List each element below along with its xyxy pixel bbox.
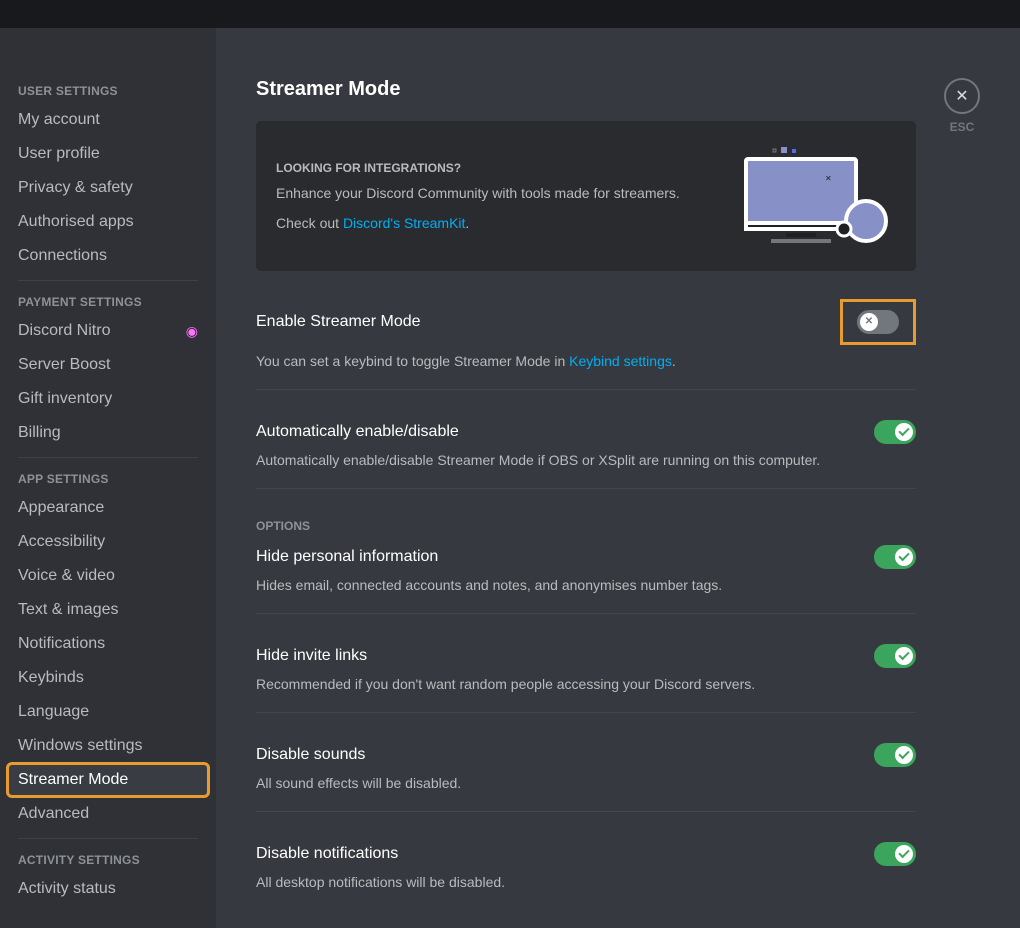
sidebar-item-label: Activity status xyxy=(18,880,116,898)
sidebar-item-label: User profile xyxy=(18,145,100,163)
toggle-enable-streamer-mode[interactable] xyxy=(857,310,899,334)
section-header: ACTIVITY SETTINGS xyxy=(8,847,208,873)
sidebar-item-activity-status[interactable]: Activity status xyxy=(8,873,208,905)
sidebar-item-label: Billing xyxy=(18,424,61,442)
options-header: OPTIONS xyxy=(256,519,916,533)
sidebar-item-label: Windows settings xyxy=(18,737,143,755)
setting-desc: All desktop notifications will be disabl… xyxy=(256,874,916,890)
setting-desc: All sound effects will be disabled. xyxy=(256,775,916,791)
sidebar-item-privacy-safety[interactable]: Privacy & safety xyxy=(8,172,208,204)
setting-disable-sounds: Disable sounds All sound effects will be … xyxy=(256,743,916,812)
sidebar-item-label: Connections xyxy=(18,247,107,265)
divider xyxy=(18,280,198,281)
setting-title: Disable sounds xyxy=(256,746,365,764)
promo-checkout: Check out Discord's StreamKit. xyxy=(276,215,706,231)
setting-auto-enable: Automatically enable/disable Automatical… xyxy=(256,420,916,489)
sidebar-item-streamer-mode[interactable]: Streamer Mode xyxy=(8,764,208,796)
section-header: USER SETTINGS xyxy=(8,78,208,104)
divider xyxy=(18,457,198,458)
sidebar-item-server-boost[interactable]: Server Boost xyxy=(8,349,208,381)
sidebar-item-label: Gift inventory xyxy=(18,390,112,408)
sidebar-item-label: Server Boost xyxy=(18,356,110,374)
close-icon: ✕ xyxy=(955,86,968,106)
svg-text:✕: ✕ xyxy=(825,174,832,183)
nitro-icon: ◉ xyxy=(186,323,198,340)
setting-hide-personal-info: Hide personal information Hides email, co… xyxy=(256,545,916,614)
sidebar-item-language[interactable]: Language xyxy=(8,696,208,728)
keybind-settings-link[interactable]: Keybind settings xyxy=(569,353,672,369)
setting-desc: Automatically enable/disable Streamer Mo… xyxy=(256,452,916,468)
setting-desc: You can set a keybind to toggle Streamer… xyxy=(256,353,916,369)
setting-disable-notifications: Disable notifications All desktop notific… xyxy=(256,842,916,890)
sidebar-item-notifications[interactable]: Notifications xyxy=(8,628,208,660)
toggle-highlight xyxy=(840,299,916,345)
monitor-illustration: ✕ xyxy=(726,141,896,251)
sidebar-item-label: Privacy & safety xyxy=(18,179,133,197)
sidebar-item-label: Discord Nitro xyxy=(18,322,110,340)
toggle-hide-invite-links[interactable] xyxy=(874,644,916,668)
sidebar-item-label: Notifications xyxy=(18,635,105,653)
sidebar-item-user-profile[interactable]: User profile xyxy=(8,138,208,170)
sidebar-item-advanced[interactable]: Advanced xyxy=(8,798,208,830)
sidebar-item-label: Text & images xyxy=(18,601,118,619)
promo-desc: Enhance your Discord Community with tool… xyxy=(276,185,706,201)
toggle-disable-sounds[interactable] xyxy=(874,743,916,767)
sidebar-item-label: Advanced xyxy=(18,805,89,823)
settings-sidebar: USER SETTINGS My account User profile Priva… xyxy=(0,28,216,928)
sidebar-item-connections[interactable]: Connections xyxy=(8,240,208,272)
section-header: PAYMENT SETTINGS xyxy=(8,289,208,315)
sidebar-item-label: Appearance xyxy=(18,499,104,517)
close-label: ESC xyxy=(950,120,975,134)
title-bar xyxy=(0,0,1020,28)
sidebar-item-billing[interactable]: Billing xyxy=(8,417,208,449)
setting-title: Automatically enable/disable xyxy=(256,423,459,441)
setting-title: Hide invite links xyxy=(256,647,367,665)
setting-enable-streamer-mode: Enable Streamer Mode You can set a keybi… xyxy=(256,299,916,390)
close-button[interactable]: ✕ xyxy=(944,78,980,114)
sidebar-item-gift-inventory[interactable]: Gift inventory xyxy=(8,383,208,415)
sidebar-item-authorised-apps[interactable]: Authorised apps xyxy=(8,206,208,238)
toggle-hide-personal-info[interactable] xyxy=(874,545,916,569)
sidebar-item-label: Language xyxy=(18,703,89,721)
streamkit-link[interactable]: Discord's StreamKit xyxy=(343,215,465,231)
setting-title: Enable Streamer Mode xyxy=(256,313,421,331)
page-title: Streamer Mode xyxy=(256,78,916,101)
sidebar-item-label: Authorised apps xyxy=(18,213,134,231)
toggle-auto-enable[interactable] xyxy=(874,420,916,444)
sidebar-item-label: Accessibility xyxy=(18,533,105,551)
main-content: ✕ ESC Streamer Mode LOOKING FOR INTEGRAT… xyxy=(216,28,1020,928)
integrations-card: LOOKING FOR INTEGRATIONS? Enhance your D… xyxy=(256,121,916,271)
divider xyxy=(18,838,198,839)
sidebar-item-windows-settings[interactable]: Windows settings xyxy=(8,730,208,762)
sidebar-item-label: Keybinds xyxy=(18,669,84,687)
sidebar-item-voice-video[interactable]: Voice & video xyxy=(8,560,208,592)
setting-desc: Hides email, connected accounts and note… xyxy=(256,577,916,593)
setting-hide-invite-links: Hide invite links Recommended if you don'… xyxy=(256,644,916,713)
section-header: APP SETTINGS xyxy=(8,466,208,492)
setting-title: Disable notifications xyxy=(256,845,398,863)
sidebar-item-accessibility[interactable]: Accessibility xyxy=(8,526,208,558)
promo-heading: LOOKING FOR INTEGRATIONS? xyxy=(276,161,706,175)
toggle-disable-notifications[interactable] xyxy=(874,842,916,866)
sidebar-item-label: My account xyxy=(18,111,100,129)
sidebar-item-text-images[interactable]: Text & images xyxy=(8,594,208,626)
sidebar-item-appearance[interactable]: Appearance xyxy=(8,492,208,524)
sidebar-item-label: Voice & video xyxy=(18,567,115,585)
setting-desc: Recommended if you don't want random peo… xyxy=(256,676,916,692)
setting-title: Hide personal information xyxy=(256,548,438,566)
sidebar-item-my-account[interactable]: My account xyxy=(8,104,208,136)
sidebar-item-label: Streamer Mode xyxy=(18,771,128,789)
sidebar-item-keybinds[interactable]: Keybinds xyxy=(8,662,208,694)
sidebar-item-discord-nitro[interactable]: Discord Nitro ◉ xyxy=(8,315,208,347)
